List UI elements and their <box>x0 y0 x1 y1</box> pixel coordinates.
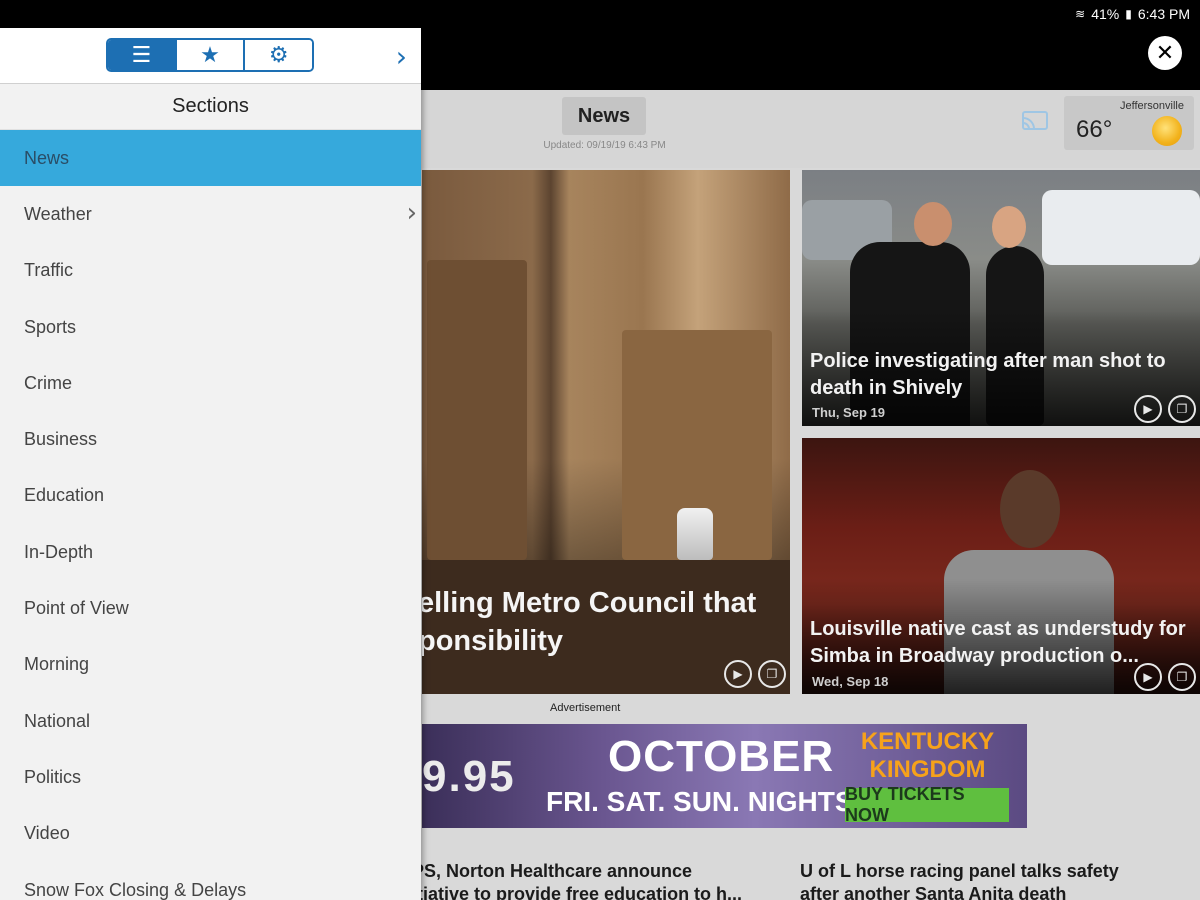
story-image-bottle <box>677 508 713 560</box>
menu-item-label: Education <box>24 485 105 506</box>
menu-item-label: Video <box>24 823 70 844</box>
menu-item-business[interactable]: Business <box>0 411 421 467</box>
featured-headline-line: ponsibility <box>422 625 563 657</box>
video-icon: ▶ <box>1134 395 1162 423</box>
menu-item-label: Traffic <box>24 260 74 281</box>
story-title: Louisville native cast as understudy for… <box>810 618 1186 667</box>
menu-item-politics[interactable]: Politics <box>0 749 421 805</box>
cast-icon[interactable] <box>1020 110 1050 132</box>
chevron-right-icon[interactable]: › <box>407 198 417 228</box>
ad-price: 9.95 <box>422 752 516 801</box>
ad-brand-line: KENTUCKY <box>860 728 995 755</box>
menu-item-label: Politics <box>24 766 82 787</box>
drawer-toolbar: ☰ ★ ⚙ › <box>0 28 421 84</box>
menu-item-label: Sports <box>24 316 77 337</box>
ad-brand: KENTUCKY KINGDOM <box>840 728 1015 784</box>
battery-icon: ▮ <box>1125 7 1132 21</box>
navigation-drawer: ☰ ★ ⚙ › Sections News Weather › Traffic S… <box>0 28 421 900</box>
menu-item-crime[interactable]: Crime <box>0 355 421 411</box>
ad-label: Advertisement <box>550 702 621 714</box>
menu-item-in-depth[interactable]: In-Depth <box>0 524 421 580</box>
media-icons: ▶ ❐ <box>1134 395 1196 423</box>
menu-item-label: Crime <box>24 372 72 393</box>
drawer-title: Sections <box>0 84 421 130</box>
menu-item-sports[interactable]: Sports <box>0 299 421 355</box>
ad-banner[interactable]: 9.95 OCTOBER FRI. SAT. SUN. NIGHTS KENTU… <box>422 724 1027 828</box>
story-card[interactable]: Louisville native cast as understudy for… <box>802 438 1200 694</box>
story-date: Wed, Sep 18 <box>812 674 889 689</box>
featured-headline: elling Metro Council that ponsibility <box>422 584 790 660</box>
wifi-icon: ≋ <box>1075 7 1086 21</box>
app-screen: ≋ 41% ▮ 6:43 PM ✕ News Updated: 09/19/19… <box>0 0 1200 900</box>
gear-icon[interactable]: ⚙ <box>245 40 312 70</box>
chevron-right-icon[interactable]: › <box>396 40 407 73</box>
menu-item-weather[interactable]: Weather › <box>0 186 421 242</box>
media-icons: ▶ ❐ <box>1134 663 1196 691</box>
menu-item-label: Weather <box>24 203 92 224</box>
menu-item-education[interactable]: Education <box>0 468 421 524</box>
menu-item-label: In-Depth <box>24 541 94 562</box>
ad-month: OCTOBER <box>608 732 835 781</box>
buy-tickets-button[interactable]: BUY TICKETS NOW <box>845 784 1009 825</box>
menu-item-traffic[interactable]: Traffic <box>0 243 421 299</box>
featured-story[interactable]: elling Metro Council that ponsibility ▶ … <box>422 170 790 694</box>
story-headline-line: PS, Norton Healthcare announce <box>412 861 693 881</box>
status-bar: ≋ 41% ▮ 6:43 PM <box>0 0 1200 28</box>
ad-nights: FRI. SAT. SUN. NIGHTS <box>546 786 854 817</box>
sun-icon <box>1152 116 1182 146</box>
sections-menu: News Weather › Traffic Sports Crime Busin… <box>0 130 421 900</box>
weather-widget[interactable]: Jeffersonville 66° <box>1064 96 1194 150</box>
video-icon: ▶ <box>724 660 752 688</box>
menu-item-snow-fox-closings[interactable]: Snow Fox Closing & Delays <box>0 862 421 900</box>
menu-item-national[interactable]: National <box>0 693 421 749</box>
gallery-icon: ❐ <box>758 660 786 688</box>
video-icon: ▶ <box>1134 663 1162 691</box>
drawer-tab-group: ☰ ★ ⚙ <box>106 38 314 72</box>
battery-percentage: 41% <box>1091 6 1120 22</box>
story-headline-line: itiative to provide free education to h.… <box>412 884 743 900</box>
weather-temperature: 66° <box>1076 116 1113 143</box>
story-title: Police investigating after man shot to d… <box>810 350 1166 399</box>
updated-timestamp: Updated: 09/19/19 6:43 PM <box>543 140 666 151</box>
featured-headline-line: elling Metro Council that <box>422 587 757 619</box>
gallery-icon: ❐ <box>1168 395 1196 423</box>
list-icon[interactable]: ☰ <box>108 40 177 70</box>
weather-city: Jeffersonville <box>1120 100 1184 112</box>
menu-item-video[interactable]: Video <box>0 806 421 862</box>
close-icon[interactable]: ✕ <box>1148 36 1182 70</box>
menu-item-label: Morning <box>24 654 90 675</box>
menu-item-label: National <box>24 710 91 731</box>
story-headline-line: after another Santa Anita death <box>800 884 1067 900</box>
gallery-icon: ❐ <box>1168 663 1196 691</box>
page-title: News <box>562 97 646 135</box>
story-headline[interactable]: PS, Norton Healthcare announce itiative … <box>412 860 792 900</box>
media-icons: ▶ ❐ <box>724 660 786 688</box>
clock: 6:43 PM <box>1137 6 1190 22</box>
menu-item-label: Point of View <box>24 598 129 619</box>
menu-item-label: Business <box>24 429 98 450</box>
menu-item-label: Snow Fox Closing & Delays <box>24 879 247 900</box>
story-headline-line: U of L horse racing panel talks safety <box>800 861 1119 881</box>
story-date: Thu, Sep 19 <box>812 405 885 420</box>
story-image-chair <box>427 260 527 560</box>
star-icon[interactable]: ★ <box>176 40 246 70</box>
menu-item-point-of-view[interactable]: Point of View <box>0 580 421 636</box>
menu-item-news[interactable]: News <box>0 130 421 187</box>
menu-item-label: News <box>24 147 70 168</box>
story-headline[interactable]: U of L horse racing panel talks safety a… <box>800 860 1190 900</box>
story-card[interactable]: Police investigating after man shot to d… <box>802 170 1200 426</box>
ad-brand-line: KINGDOM <box>869 756 986 783</box>
menu-item-morning[interactable]: Morning <box>0 637 421 693</box>
